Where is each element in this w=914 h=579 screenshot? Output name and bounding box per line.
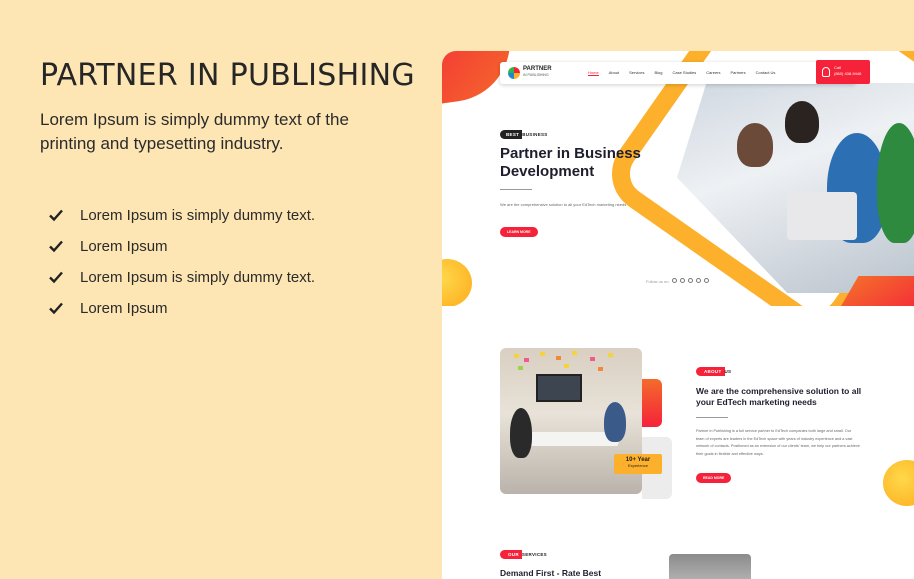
experience-badge: 10+ Year Experience — [614, 454, 662, 474]
nav-item-home[interactable]: Home — [588, 70, 599, 76]
check-icon — [49, 240, 63, 253]
youtube-icon[interactable] — [688, 278, 693, 283]
nav-item-contact-us[interactable]: Contact Us — [756, 70, 776, 76]
site-navbar: PARTNER IN PUBLISHING Home About Service… — [500, 60, 870, 84]
feature-text: Lorem Ipsum — [80, 238, 168, 255]
experience-label: Experience — [627, 463, 648, 468]
nav-item-services[interactable]: Services — [629, 70, 644, 76]
person-shape — [877, 123, 914, 243]
experience-number: 10+ Year — [625, 457, 651, 463]
call-label: Call — [834, 65, 841, 70]
sticky-note — [540, 352, 545, 356]
feature-list: Lorem Ipsum is simply dummy text. Lorem … — [48, 205, 318, 329]
logo-icon — [508, 67, 520, 79]
nav-item-case-studies[interactable]: Case Studies — [672, 70, 696, 76]
feature-item: Lorem Ipsum — [48, 236, 318, 257]
nav-item-about[interactable]: About — [609, 70, 619, 76]
nav-item-blog[interactable]: Blog — [654, 70, 662, 76]
sticky-note — [590, 357, 595, 361]
promo-subtitle: Lorem Ipsum is simply dummy text of the … — [40, 110, 349, 153]
badge-text: SERVICES — [521, 552, 547, 557]
hero-description: We are the comprehensive solution to all… — [500, 202, 627, 207]
feature-item: Lorem Ipsum is simply dummy text. — [48, 205, 318, 226]
sticky-note — [564, 364, 569, 368]
services-photo — [669, 554, 751, 579]
social-links — [672, 278, 712, 283]
sticky-note — [514, 354, 519, 358]
promo-title: PARTNER IN PUBLISHING — [40, 58, 415, 93]
services-badge: OUR SERVICES — [500, 550, 547, 559]
divider — [500, 189, 532, 190]
laptop-shape — [787, 192, 858, 241]
instagram-icon[interactable] — [680, 278, 685, 283]
logo-tagline: IN PUBLISHING — [523, 73, 549, 77]
services-title: Demand First - Rate Best — [500, 568, 602, 578]
feature-text: Lorem Ipsum is simply dummy text. — [80, 207, 316, 224]
nav-menu: Home About Services Blog Case Studies Ca… — [588, 70, 785, 76]
sticky-note — [524, 358, 529, 362]
check-icon — [49, 209, 63, 222]
about-description: Partner in Publishing is a full service … — [696, 429, 860, 456]
check-icon — [49, 302, 63, 315]
screen-shape — [536, 374, 582, 402]
decor-red-bar — [642, 379, 662, 427]
follow-label: Follow us on: — [646, 279, 670, 284]
hero-title: Partner in Business Development — [500, 145, 641, 180]
person-shape — [737, 123, 773, 167]
check-icon — [49, 271, 63, 284]
sticky-note — [572, 351, 577, 355]
facebook-icon[interactable] — [672, 278, 677, 283]
phone-icon — [822, 67, 830, 77]
about-badge: ABOUT US — [696, 367, 731, 376]
person-shape — [510, 408, 532, 458]
website-mockup: PARTNER IN PUBLISHING Home About Service… — [442, 51, 914, 579]
logo-name[interactable]: PARTNER — [523, 66, 552, 72]
badge-highlight: OUR — [500, 550, 522, 559]
sticky-note — [608, 353, 613, 357]
feature-item: Lorem Ipsum is simply dummy text. — [48, 267, 318, 288]
decor-orange-circle — [442, 259, 472, 306]
about-title: We are the comprehensive solution to all… — [696, 386, 862, 407]
feature-text: Lorem Ipsum is simply dummy text. — [80, 269, 316, 286]
linkedin-icon[interactable] — [704, 278, 709, 283]
badge-text: BUSINESS — [522, 132, 548, 137]
sticky-note — [598, 367, 603, 371]
call-button[interactable]: Call (860) 438-9446 — [816, 60, 870, 84]
sticky-note — [556, 356, 561, 360]
hero-section: PARTNER IN PUBLISHING Home About Service… — [442, 51, 914, 306]
badge-highlight: BEST — [500, 130, 523, 139]
hero-badge: BEST BUSINESS — [500, 130, 548, 139]
person-shape — [785, 101, 819, 143]
nav-item-partners[interactable]: Partners — [731, 70, 746, 76]
learn-more-button[interactable]: LEARN MORE — [500, 227, 538, 237]
badge-highlight: ABOUT — [696, 367, 725, 376]
badge-text: US — [724, 369, 732, 374]
read-more-button[interactable]: READ MORE — [696, 473, 732, 483]
decor-orange-circle — [883, 460, 914, 506]
call-number: (860) 438-9446 — [834, 71, 862, 76]
divider — [696, 417, 728, 418]
nav-item-careers[interactable]: Careers — [706, 70, 720, 76]
twitter-icon[interactable] — [696, 278, 701, 283]
person-shape — [604, 402, 626, 442]
feature-text: Lorem Ipsum — [80, 300, 168, 317]
sticky-note — [518, 366, 523, 370]
feature-item: Lorem Ipsum — [48, 298, 318, 319]
